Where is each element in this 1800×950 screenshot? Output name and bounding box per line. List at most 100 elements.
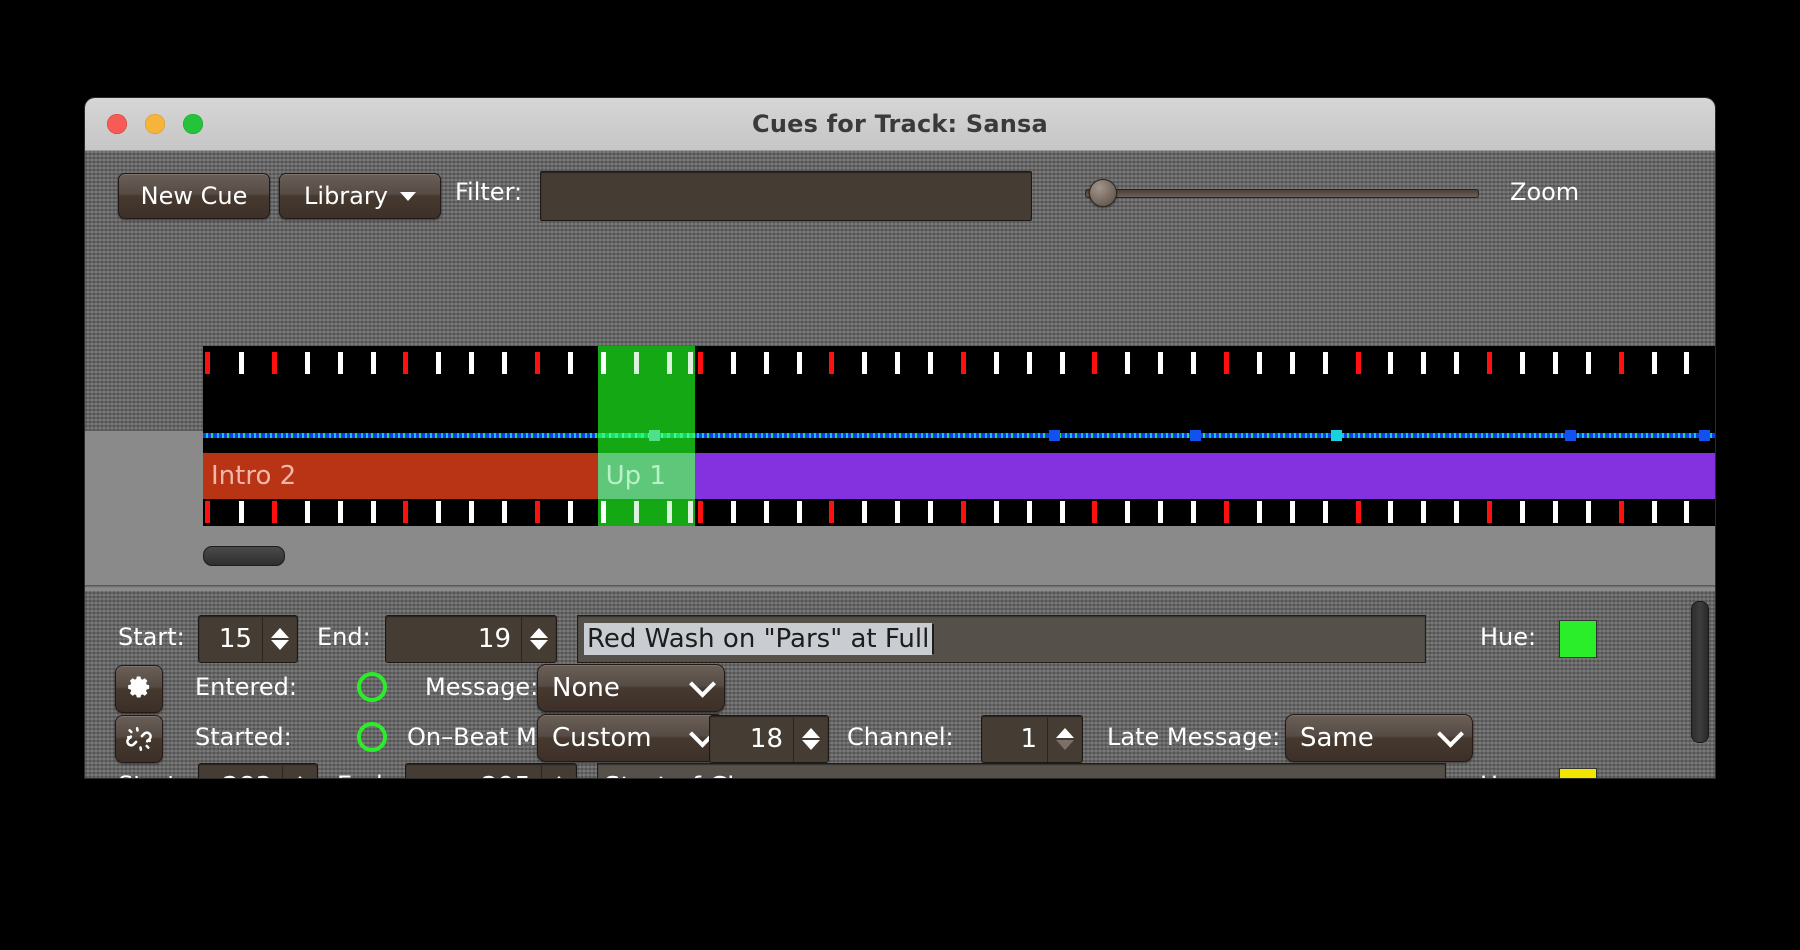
zoom-slider-track[interactable] — [1085, 189, 1479, 198]
end-stepper[interactable]: 295 — [405, 763, 577, 778]
phrase-verse[interactable] — [694, 453, 1715, 499]
chevron-down-icon — [1437, 720, 1464, 748]
cue-settings-button[interactable] — [115, 665, 163, 713]
start-stepper[interactable]: 283 — [198, 763, 318, 778]
chevron-down-icon — [399, 191, 416, 201]
channel-label: Channel: — [847, 723, 954, 751]
window-title: Cues for Track: Sansa — [752, 110, 1048, 138]
pane-divider — [85, 585, 1715, 588]
onbeat-message-value: Custom — [552, 723, 652, 753]
end-stepper-arrows[interactable] — [521, 616, 556, 662]
text-caret — [932, 624, 935, 654]
started-indicator — [357, 722, 387, 752]
phrase-intro-2[interactable]: Intro 2 — [203, 453, 598, 499]
cue-comment-value: Start of Chorus — [604, 772, 800, 778]
onbeat-message-select[interactable]: Custom — [537, 714, 725, 762]
hue-swatch[interactable] — [1559, 620, 1597, 658]
start-label: Start: — [118, 771, 185, 778]
end-value: 295 — [406, 772, 541, 778]
chevron-up-icon[interactable] — [271, 628, 289, 638]
waveform-timeline[interactable]: Intro 2 Up 1 — [203, 346, 1715, 526]
cue-comment-input[interactable]: Start of Chorus — [597, 763, 1446, 778]
end-label: End: — [317, 623, 371, 651]
message-select[interactable]: None — [537, 664, 725, 712]
waveform-marker — [1048, 430, 1060, 441]
cue-row-1-middle: Entered: Message: None — [85, 663, 1715, 713]
cue-detail-pane: Start: 15 End: 19 Red Wash on "Pars" at … — [85, 591, 1715, 778]
chevron-down-icon — [689, 670, 716, 698]
start-stepper-arrows[interactable] — [282, 764, 317, 778]
channel-stepper-arrows[interactable] — [1047, 716, 1082, 762]
filter-label: Filter: — [455, 178, 523, 206]
end-stepper[interactable]: 19 — [385, 615, 557, 663]
chevron-up-icon[interactable] — [1056, 728, 1074, 738]
zoom-slider-knob[interactable] — [1089, 179, 1117, 207]
cue-row-1-top: Start: 15 End: 19 Red Wash on "Pars" at … — [85, 613, 1715, 663]
cue-row-1-bottom: Started: On–Beat Message: Custom 18 Chan… — [85, 713, 1715, 763]
end-label: End: — [337, 771, 391, 778]
onbeat-number-stepper[interactable]: 18 — [709, 715, 829, 763]
end-stepper-arrows[interactable] — [541, 764, 576, 778]
chevron-down-icon[interactable] — [802, 740, 820, 750]
timeline-horizontal-scrollbar[interactable] — [203, 546, 285, 566]
start-value: 283 — [199, 772, 282, 778]
channel-stepper[interactable]: 1 — [981, 715, 1083, 763]
waveform-line — [203, 433, 1715, 438]
cue-link-button[interactable] — [115, 715, 163, 763]
library-button[interactable]: Library — [279, 173, 441, 219]
chevron-up-icon[interactable] — [550, 776, 568, 778]
waveform-marker — [649, 430, 661, 441]
hue-swatch[interactable] — [1559, 768, 1597, 778]
waveform-marker — [1698, 430, 1710, 441]
onbeat-number-arrows[interactable] — [793, 716, 828, 762]
chevron-down-icon[interactable] — [271, 640, 289, 650]
hue-label: Hue: — [1480, 623, 1537, 651]
waveform-marker — [1330, 430, 1342, 441]
waveform-marker — [1565, 430, 1577, 441]
entered-label: Entered: — [195, 673, 297, 701]
waveform-line-selected — [597, 433, 695, 438]
cue-row-2-top: Start: 283 End: 295 S — [85, 761, 1715, 778]
phrase-label: Intro 2 — [211, 461, 297, 491]
hue-label: Hue: — [1480, 771, 1536, 778]
start-stepper[interactable]: 15 — [198, 615, 298, 663]
new-cue-label: New Cue — [140, 182, 248, 210]
onbeat-number-value: 18 — [749, 724, 783, 754]
detail-vertical-scrollbar[interactable] — [1691, 599, 1709, 771]
end-value: 19 — [477, 624, 511, 654]
waveform-canvas: Intro 2 Up 1 — [203, 346, 1715, 526]
start-value: 15 — [218, 624, 252, 654]
start-stepper-arrows[interactable] — [262, 616, 297, 662]
chevron-down-icon[interactable] — [530, 640, 548, 650]
chevron-up-icon[interactable] — [802, 728, 820, 738]
library-label: Library — [304, 182, 388, 210]
entered-indicator — [357, 672, 387, 702]
phrase-bar[interactable]: Intro 2 Up 1 — [203, 453, 1715, 499]
message-value: None — [552, 673, 620, 703]
beat-grid-bottom — [203, 501, 1715, 523]
broken-link-icon — [126, 726, 152, 752]
message-label: Message: — [425, 673, 539, 701]
waveform-marker — [1189, 430, 1201, 441]
start-label: Start: — [118, 623, 185, 651]
new-cue-button[interactable]: New Cue — [118, 173, 270, 219]
late-message-select[interactable]: Same — [1285, 714, 1473, 762]
window-titlebar: Cues for Track: Sansa — [85, 98, 1715, 151]
beat-grid-top — [203, 352, 1715, 374]
phrase-label: Up 1 — [605, 461, 666, 491]
desktop-background: Cues for Track: Sansa New Cue Library Fi… — [0, 0, 1800, 950]
late-message-value: Same — [1300, 723, 1374, 753]
cues-window: Cues for Track: Sansa New Cue Library Fi… — [85, 98, 1715, 778]
scrollbar-thumb[interactable] — [1691, 601, 1709, 743]
chevron-up-icon[interactable] — [530, 628, 548, 638]
phrase-up-1[interactable]: Up 1 — [597, 453, 695, 499]
channel-value: 1 — [1020, 724, 1037, 754]
cue-comment-input[interactable]: Red Wash on "Pars" at Full — [577, 615, 1426, 663]
filter-input[interactable] — [540, 171, 1032, 221]
gear-icon — [128, 676, 150, 698]
cue-comment-value: Red Wash on "Pars" at Full — [584, 623, 933, 655]
chevron-up-icon[interactable] — [291, 776, 309, 778]
zoom-label: Zoom — [1510, 178, 1580, 206]
chevron-down-icon — [1056, 740, 1074, 750]
late-message-label: Late Message: — [1107, 723, 1281, 751]
